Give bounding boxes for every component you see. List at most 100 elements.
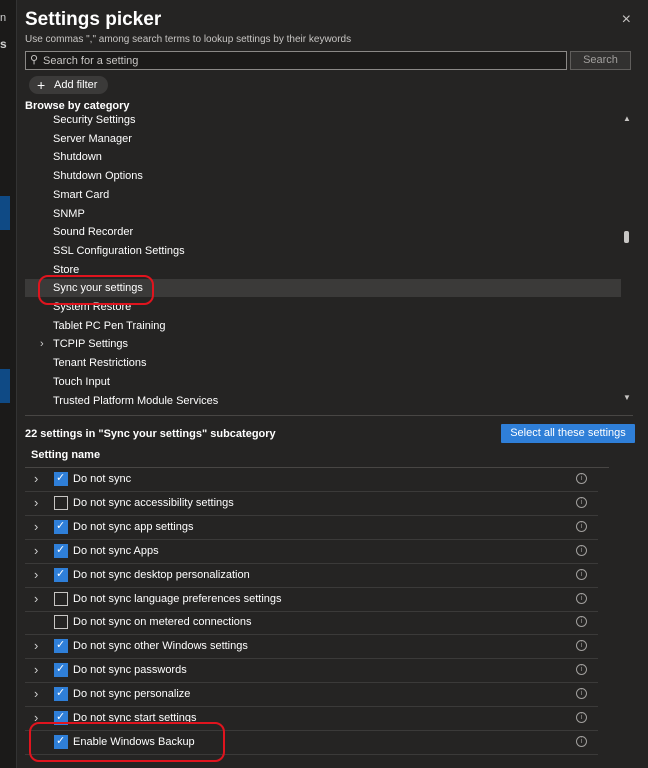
setting-label: Do not sync accessibility settings — [73, 496, 234, 509]
category-label: Shutdown — [53, 151, 102, 164]
info-icon[interactable]: i — [576, 568, 587, 580]
chevron-right-icon[interactable]: › — [34, 543, 38, 558]
category-item[interactable]: › TCPIP Settings — [25, 335, 621, 353]
setting-row[interactable]: › ✓ Do not sync passwords i — [25, 659, 598, 684]
scrollbar-thumb[interactable] — [624, 231, 629, 243]
setting-checkbox[interactable] — [54, 615, 68, 630]
category-label: TCPIP Settings — [53, 338, 128, 351]
category-label: Server Manager — [53, 132, 132, 145]
category-item[interactable]: Sound Recorder — [25, 223, 621, 241]
category-label: Tablet PC Pen Training — [53, 319, 166, 332]
setting-checkbox[interactable]: ✓ — [54, 519, 68, 534]
chevron-right-icon[interactable]: › — [34, 495, 38, 510]
setting-row[interactable]: › ✓ Do not sync desktop personalization i — [25, 564, 598, 588]
category-label: Smart Card — [53, 188, 110, 201]
setting-row[interactable]: › ✓ Do not sync start settings i — [25, 707, 598, 731]
background-text-fragment-2: s — [0, 37, 7, 51]
scroll-up-icon[interactable]: ▲ — [623, 114, 631, 123]
panel-subtitle: Use commas "," among search terms to loo… — [25, 34, 352, 45]
checkmark-icon: ✓ — [56, 472, 66, 484]
setting-label: Enable Windows Backup — [73, 735, 195, 748]
setting-label: Do not sync personalize — [73, 688, 191, 701]
category-item[interactable]: Smart Card — [25, 186, 621, 204]
setting-row[interactable]: › Do not sync language preferences settin… — [25, 588, 598, 612]
setting-checkbox[interactable]: ✓ — [54, 567, 68, 582]
chevron-right-icon[interactable]: › — [34, 567, 38, 582]
category-scrollbar[interactable]: ▲ ▼ — [621, 111, 633, 407]
info-icon[interactable]: i — [576, 688, 587, 700]
info-icon[interactable]: i — [576, 712, 587, 723]
chevron-right-icon[interactable]: › — [34, 686, 38, 701]
checkmark-icon: ✓ — [56, 711, 66, 723]
chevron-right-icon[interactable]: › — [34, 471, 38, 486]
add-filter-button[interactable]: + Add filter — [29, 76, 108, 94]
close-icon[interactable]: × — [622, 11, 631, 29]
info-icon[interactable]: i — [576, 616, 587, 628]
scroll-down-icon[interactable]: ▼ — [623, 393, 631, 402]
chevron-right-icon[interactable]: › — [34, 519, 38, 534]
setting-row[interactable]: › Do not sync accessibility settings i — [25, 492, 598, 516]
info-icon[interactable]: i — [576, 592, 587, 604]
setting-row[interactable]: Do not sync on metered connections i — [25, 611, 598, 636]
search-input[interactable] — [43, 52, 558, 69]
setting-checkbox[interactable]: ✓ — [54, 663, 68, 678]
chevron-right-icon[interactable]: › — [34, 662, 38, 677]
info-icon[interactable]: i — [576, 520, 587, 532]
category-item[interactable]: Shutdown Options — [25, 167, 621, 185]
category-label: Trusted Platform Module Services — [53, 394, 219, 407]
plus-icon: + — [37, 77, 46, 93]
category-item[interactable]: Shutdown — [25, 148, 621, 166]
setting-checkbox[interactable]: ✓ — [54, 639, 68, 654]
setting-checkbox[interactable] — [54, 591, 68, 606]
setting-row[interactable]: › ✓ Do not sync other Windows settings i — [25, 635, 598, 660]
category-item[interactable]: Trusted Platform Module Services — [25, 392, 621, 408]
category-list: Security Settings Server Manager Shutdown S… — [25, 111, 621, 407]
chevron-right-icon[interactable]: › — [34, 591, 38, 606]
search-button[interactable]: Search — [570, 51, 631, 70]
setting-checkbox[interactable] — [54, 495, 68, 510]
category-item[interactable]: Touch Input — [25, 373, 621, 391]
checkmark-icon: ✓ — [56, 663, 66, 676]
section-divider — [25, 415, 633, 416]
search-icon: ⚲ — [30, 54, 39, 66]
info-icon[interactable]: i — [576, 664, 587, 676]
chevron-right-icon[interactable]: › — [34, 710, 38, 725]
info-icon[interactable]: i — [576, 496, 587, 508]
category-item[interactable]: Server Manager — [25, 130, 621, 148]
category-item[interactable]: Tablet PC Pen Training — [25, 317, 621, 335]
category-item[interactable]: System Restore — [25, 298, 621, 316]
chevron-right-icon[interactable]: › — [34, 638, 38, 653]
category-item[interactable]: SNMP — [25, 205, 621, 223]
category-item[interactable]: Security Settings — [25, 111, 621, 129]
info-icon[interactable]: i — [576, 473, 587, 484]
info-icon[interactable]: i — [576, 544, 587, 556]
category-item[interactable]: Sync your settings — [25, 279, 621, 298]
setting-checkbox[interactable]: ✓ — [54, 543, 68, 558]
setting-row[interactable]: › ✓ Do not sync Apps i — [25, 540, 598, 564]
chevron-right-icon[interactable]: › — [40, 335, 44, 353]
select-all-button[interactable]: Select all these settings — [501, 424, 635, 443]
background-nav-highlight — [0, 196, 10, 230]
setting-row[interactable]: › ✓ Do not sync personalize i — [25, 683, 598, 708]
category-item[interactable]: SSL Configuration Settings — [25, 242, 621, 260]
category-item[interactable]: Store — [25, 261, 621, 279]
background-text-fragment: n — [0, 12, 7, 24]
search-box[interactable]: ⚲ — [25, 51, 567, 70]
setting-row[interactable]: ✓ Enable Windows Backup i — [25, 731, 598, 755]
checkmark-icon: ✓ — [56, 519, 66, 532]
setting-checkbox[interactable]: ✓ — [54, 734, 68, 749]
category-label: Shutdown Options — [53, 170, 143, 183]
setting-row[interactable]: › ✓ Do not sync app settings i — [25, 516, 598, 540]
setting-row[interactable]: › ✓ Do not sync i — [25, 468, 598, 492]
category-item[interactable]: Tenant Restrictions — [25, 354, 621, 372]
setting-label: Do not sync Apps — [73, 544, 159, 557]
setting-label: Do not sync language preferences setting… — [73, 592, 282, 605]
info-icon[interactable]: i — [576, 735, 587, 747]
setting-label: Do not sync other Windows settings — [73, 640, 248, 653]
setting-checkbox[interactable]: ✓ — [54, 472, 68, 486]
info-icon[interactable]: i — [576, 640, 587, 652]
category-label: Tenant Restrictions — [53, 357, 147, 370]
setting-checkbox[interactable]: ✓ — [54, 711, 68, 725]
setting-checkbox[interactable]: ✓ — [54, 687, 68, 702]
category-label: Touch Input — [53, 375, 110, 388]
